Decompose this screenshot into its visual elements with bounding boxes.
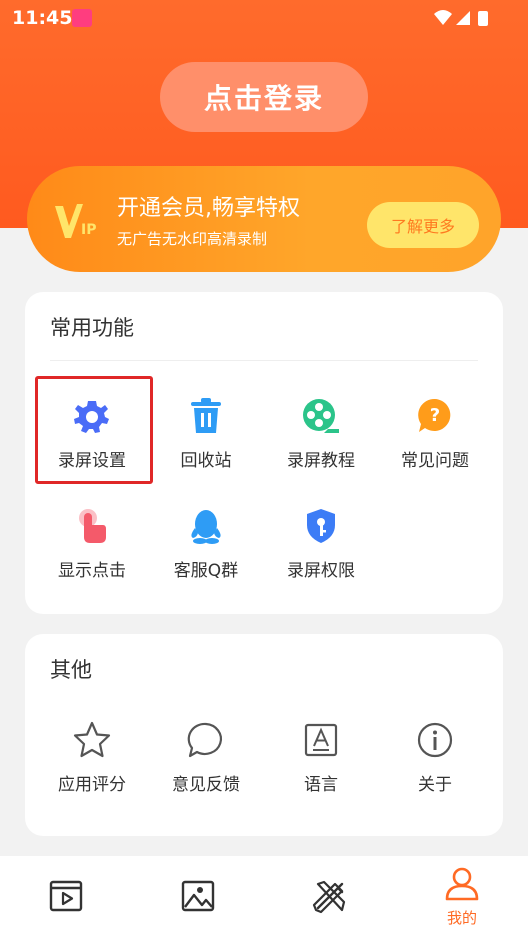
tab-videos[interactable]	[0, 856, 132, 939]
login-button[interactable]: 点击登录	[160, 62, 368, 132]
status-bar: 11:45	[0, 0, 528, 36]
divider	[50, 360, 478, 361]
feedback-item[interactable]: 意见反馈	[149, 720, 263, 795]
learn-more-button[interactable]: 了解更多	[367, 202, 479, 248]
recording-tutorial-item[interactable]: 录屏教程	[264, 396, 378, 471]
signal-icon	[456, 11, 470, 25]
vip-logo-icon: IP	[53, 200, 101, 244]
item-label: 关于	[418, 775, 452, 795]
profile-tab-icon	[444, 867, 480, 905]
language-item[interactable]: 语言	[264, 720, 378, 795]
film-reel-icon	[301, 396, 341, 436]
item-label: 常见问题	[401, 451, 469, 471]
battery-icon	[478, 11, 488, 26]
star-icon	[72, 720, 112, 760]
selection-highlight	[35, 376, 153, 484]
item-label: 客服Q群	[173, 561, 239, 581]
tab-label: 我的	[446, 909, 477, 927]
tab-mine[interactable]: 我的	[396, 856, 528, 939]
vip-subtitle: 无广告无水印高清录制	[117, 230, 268, 248]
bottom-tab-bar: 我的	[0, 856, 528, 939]
recording-permission-item[interactable]: 录屏权限	[264, 506, 378, 581]
recycle-bin-item[interactable]: 回收站	[149, 396, 263, 471]
item-label: 语言	[304, 775, 338, 795]
chat-bubble-icon	[186, 720, 226, 760]
other-title: 其他	[50, 658, 92, 682]
status-time: 11:45	[12, 7, 73, 29]
other-card: 其他 应用评分 意见反馈 语言 关于	[25, 634, 503, 836]
image-tab-icon	[180, 878, 216, 918]
svg-text:?: ?	[430, 405, 440, 426]
video-tab-icon	[48, 878, 84, 918]
vip-banner[interactable]: IP 开通会员,畅享特权 无广告无水印高清录制 了解更多	[27, 166, 501, 272]
item-label: 录屏权限	[287, 561, 355, 581]
qq-penguin-icon	[186, 506, 226, 546]
item-label: 录屏教程	[287, 451, 355, 471]
question-bubble-icon: ?	[415, 396, 455, 436]
shield-key-icon	[301, 506, 341, 546]
about-item[interactable]: 关于	[378, 720, 492, 795]
show-taps-item[interactable]: 显示点击	[35, 506, 149, 581]
tab-images[interactable]	[132, 856, 264, 939]
tools-tab-icon	[312, 878, 348, 918]
wifi-icon	[434, 10, 452, 25]
status-icons	[432, 8, 492, 32]
common-functions-card: 常用功能 录屏设置 回收站 录屏教程 ? 常见问题 显示点击 客服Q群 录屏权限	[25, 292, 503, 614]
tap-finger-icon	[72, 506, 112, 546]
common-functions-title: 常用功能	[50, 316, 134, 340]
notification-app-icon	[72, 9, 92, 27]
item-label: 意见反馈	[172, 775, 240, 795]
rate-app-item[interactable]: 应用评分	[35, 720, 149, 795]
item-label: 应用评分	[58, 775, 126, 795]
trash-icon	[186, 396, 226, 436]
item-label: 回收站	[180, 451, 232, 471]
language-icon	[301, 720, 341, 760]
item-label: 显示点击	[58, 561, 126, 581]
faq-item[interactable]: ? 常见问题	[378, 396, 492, 471]
tab-tools[interactable]	[264, 856, 396, 939]
info-icon	[415, 720, 455, 760]
customer-qq-group-item[interactable]: 客服Q群	[149, 506, 263, 581]
vip-title: 开通会员,畅享特权	[117, 196, 300, 221]
svg-text:IP: IP	[81, 222, 96, 238]
